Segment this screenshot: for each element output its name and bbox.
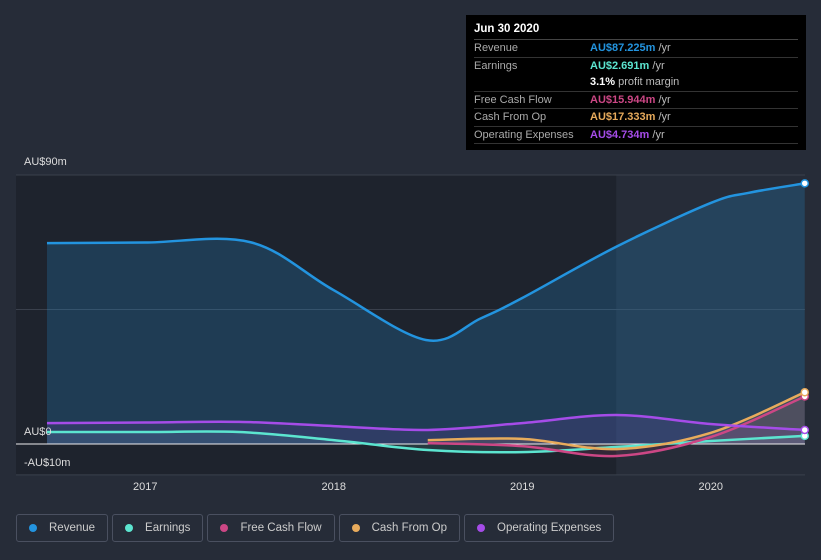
y-label-bottom: -AU$10m <box>24 457 71 469</box>
tooltip-row: Revenue AU$87.225m /yr <box>474 40 798 58</box>
tooltip-label: Operating Expenses <box>474 128 574 141</box>
tooltip-row: Earnings AU$2.691m /yr <box>474 58 798 75</box>
tooltip-row: 3.1% profit margin <box>474 74 798 92</box>
tooltip-unit: /yr <box>655 93 671 106</box>
x-tick-label: 2018 <box>321 481 346 493</box>
chart: AU$90m AU$0 -AU$10m 2017 2018 2019 2020 Jun… <box>0 0 821 560</box>
tooltip-date: Jun 30 2020 <box>474 23 798 40</box>
tooltip-label: Cash From Op <box>474 111 547 123</box>
legend: Revenue Earnings Free Cash Flow Cash From O… <box>16 514 615 542</box>
y-label-top: AU$90m <box>24 156 67 168</box>
tooltip: Jun 30 2020 Revenue AU$87.225m /yr Earning… <box>466 15 806 150</box>
tooltip-row: Operating Expenses AU$4.734m /yr <box>474 127 798 144</box>
tooltip-label: Revenue <box>474 42 519 54</box>
series-end-point <box>800 425 809 435</box>
legend-dot-icon <box>351 524 360 532</box>
legend-label: Operating Expenses <box>497 522 602 534</box>
tooltip-unit: /yr <box>649 59 665 72</box>
tooltip-value: 3.1% <box>590 76 616 88</box>
legend-dot-icon <box>125 524 134 532</box>
x-tick-label: 2020 <box>698 481 723 493</box>
tooltip-unit: /yr <box>649 128 665 141</box>
legend-item[interactable]: Cash From Op <box>338 514 461 542</box>
legend-label: Cash From Op <box>371 522 448 534</box>
series-end-point <box>800 179 809 188</box>
y-label-zero: AU$0 <box>24 426 52 438</box>
tooltip-unit: /yr <box>655 42 671 54</box>
tooltip-row: Cash From Op AU$17.333m /yr <box>474 109 798 127</box>
legend-item[interactable]: Earnings <box>112 514 204 542</box>
legend-item[interactable]: Operating Expenses <box>464 514 615 542</box>
tooltip-label <box>474 74 590 91</box>
x-tick-label: 2017 <box>133 481 158 493</box>
legend-label: Revenue <box>49 522 96 534</box>
tooltip-value: AU$17.333m <box>590 111 656 123</box>
tooltip-row: Free Cash Flow AU$15.944m /yr <box>474 92 798 109</box>
legend-item[interactable]: Free Cash Flow <box>207 514 335 542</box>
tooltip-unit: /yr <box>655 111 671 123</box>
legend-label: Earnings <box>145 522 191 534</box>
tooltip-unit: profit margin <box>615 76 680 88</box>
legend-label: Free Cash Flow <box>240 522 322 534</box>
legend-dot-icon <box>220 524 229 532</box>
legend-dot-icon <box>477 524 486 532</box>
x-tick-label: 2019 <box>510 481 535 493</box>
tooltip-value: AU$87.225m <box>590 42 656 54</box>
tooltip-label: Earnings <box>474 59 518 72</box>
tooltip-label: Free Cash Flow <box>474 93 552 106</box>
legend-dot-icon <box>29 524 37 532</box>
legend-item[interactable]: Revenue <box>16 514 109 542</box>
series-end-point <box>800 388 809 397</box>
tooltip-value: AU$15.944m <box>590 93 656 106</box>
tooltip-value: AU$2.691m <box>590 59 650 72</box>
tooltip-value: AU$4.734m <box>590 128 650 141</box>
